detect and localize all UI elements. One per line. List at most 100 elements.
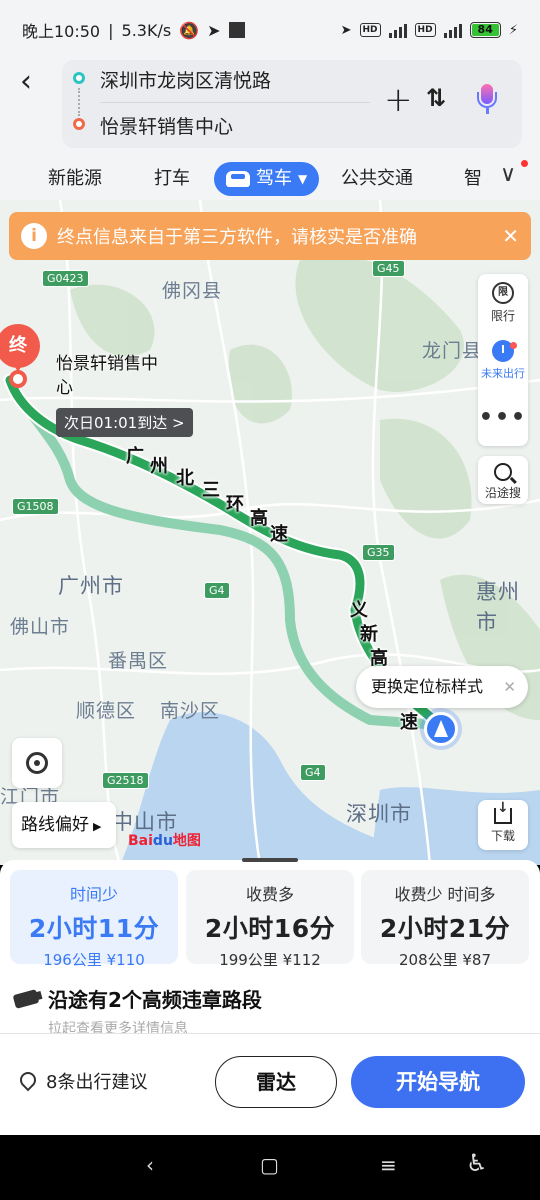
- tab-driving-label: 驾车: [256, 168, 292, 189]
- route-name-char: 三: [202, 480, 220, 501]
- search-along-route-button[interactable]: 沿途搜: [478, 456, 528, 504]
- place-label: 佛冈县: [162, 280, 223, 302]
- accessibility-icon[interactable]: ♿: [466, 1149, 488, 1177]
- download-label: 下载: [490, 829, 515, 843]
- future-trip-label: 未来出行: [481, 367, 525, 380]
- battery-icon: 84: [469, 22, 501, 38]
- route-name-char: 速: [270, 524, 288, 545]
- status-time: 晚上10:50: [22, 22, 101, 41]
- place-label: 南沙区: [160, 700, 221, 722]
- route-connector: [78, 88, 80, 116]
- transport-mode-tabs: 新能源 打车 驾车 ▼ 公共交通 智 ∨: [0, 156, 540, 200]
- close-tip-button[interactable]: ✕: [503, 666, 516, 708]
- action-bar: 8条出行建议 雷达 开始导航: [0, 1033, 540, 1135]
- start-navigation-button[interactable]: 开始导航: [351, 1056, 525, 1108]
- locate-me-button[interactable]: [12, 738, 62, 788]
- car-icon: [226, 171, 250, 187]
- add-waypoint-button[interactable]: +: [384, 82, 413, 118]
- route-name-char: 速: [400, 712, 418, 733]
- route-input-box: 深圳市龙岗区清悦路 怡景轩销售中心 + ⇅: [62, 60, 522, 148]
- gps-icon: ➤: [340, 22, 352, 38]
- app-square-icon: [228, 22, 245, 38]
- warning-banner: i 终点信息来自于第三方软件，请核实是否准确 ✕: [9, 212, 531, 260]
- route-name-char: 高: [250, 508, 268, 529]
- route-name-char: 新: [360, 624, 378, 645]
- locate-icon: [26, 752, 48, 774]
- tab-public-transit[interactable]: 公共交通: [341, 162, 413, 196]
- map-tools-panel: 限 限行 未来出行 •••: [478, 274, 528, 446]
- tab-driving[interactable]: 驾车 ▼: [214, 162, 320, 196]
- eta-badge[interactable]: 次日01:01到达 >: [56, 408, 193, 437]
- place-label: 番禺区: [108, 650, 169, 672]
- route-name-char: 环: [226, 494, 244, 515]
- home-nav-icon[interactable]: ▢: [260, 1153, 279, 1177]
- route-options-sheet: 时间少 2小时11分 196公里 ¥110 收费多 2小时16分 199公里 ¥…: [0, 860, 540, 1037]
- place-label: 惠州市: [476, 580, 520, 634]
- route-option-label: 收费多: [245, 885, 294, 904]
- chevron-down-icon[interactable]: ∨: [500, 162, 516, 187]
- location-style-tip[interactable]: 更换定位标样式 ✕: [356, 666, 528, 708]
- location-style-tip-text: 更换定位标样式: [371, 677, 484, 696]
- notification-dot: [521, 160, 528, 167]
- road-tag: G4: [204, 582, 230, 599]
- violation-notice[interactable]: 沿途有2个高频违章路段: [12, 984, 262, 1013]
- hd-icon-2: HD: [414, 23, 436, 37]
- trip-suggestions-link[interactable]: 8条出行建议: [46, 1068, 147, 1094]
- info-icon: i: [21, 223, 47, 249]
- road-tag: G35: [362, 544, 395, 561]
- violation-title: 沿途有2个高频违章路段: [48, 988, 262, 1012]
- tab-new-energy[interactable]: 新能源: [48, 162, 102, 196]
- sheet-drag-handle[interactable]: [242, 858, 298, 862]
- mute-icon: 🔕: [179, 20, 200, 40]
- download-button[interactable]: 下载: [478, 800, 528, 850]
- back-nav-icon[interactable]: ‹: [146, 1153, 154, 1177]
- back-button[interactable]: ‹: [20, 64, 50, 100]
- charging-icon: ⚡: [508, 22, 518, 38]
- recents-nav-icon[interactable]: ≡: [380, 1153, 397, 1177]
- route-name-char: 北: [176, 468, 194, 489]
- search-icon: [494, 463, 512, 481]
- route-option-label: 时间少: [69, 885, 118, 904]
- camera-icon: [12, 988, 40, 1009]
- divider: [100, 102, 370, 103]
- current-location-arrow-icon: [424, 712, 458, 746]
- traffic-limit-button[interactable]: 限 限行: [478, 282, 528, 324]
- route-option-time: 2小时11分: [28, 914, 160, 943]
- signal-5g-icon: [388, 22, 407, 38]
- route-option-detail: 196公里 ¥110: [43, 951, 145, 969]
- route-option-more-toll[interactable]: 收费多 2小时16分 199公里 ¥112: [186, 870, 354, 969]
- route-name-char: 义: [350, 600, 368, 621]
- limit-icon: 限: [492, 282, 514, 304]
- route-name-char: 州: [150, 456, 168, 477]
- notification-dot: [510, 342, 517, 349]
- destination-name: 怡景轩销售中心: [56, 354, 158, 398]
- place-label: 广州市: [58, 574, 124, 598]
- start-dot-icon: [73, 72, 85, 84]
- tab-smart[interactable]: 智: [464, 162, 482, 196]
- voice-input-button[interactable]: [477, 84, 497, 116]
- road-tag: G4: [300, 764, 326, 781]
- place-label: 龙门县: [422, 340, 483, 362]
- signal-4g-icon: [443, 22, 462, 38]
- swap-route-button[interactable]: ⇅: [426, 84, 446, 112]
- start-location-field[interactable]: 深圳市龙岗区清悦路: [100, 66, 271, 93]
- end-dot-icon: [73, 118, 85, 130]
- triangle-right-icon: ▶: [93, 820, 102, 833]
- route-option-detail: 199公里 ¥112: [219, 951, 321, 969]
- close-warning-button[interactable]: ✕: [502, 224, 519, 248]
- route-preference-button[interactable]: 路线偏好 ▶: [12, 802, 116, 848]
- radar-button[interactable]: 雷达: [215, 1056, 337, 1108]
- more-options-button[interactable]: •••: [478, 396, 528, 440]
- road-tag: G1508: [12, 498, 59, 515]
- route-preference-label: 路线偏好: [21, 815, 89, 835]
- route-option-less-toll[interactable]: 收费少 时间多 2小时21分 208公里 ¥87: [361, 870, 529, 969]
- end-location-field[interactable]: 怡景轩销售中心: [100, 112, 233, 139]
- hd-icon: HD: [359, 23, 381, 37]
- tab-taxi[interactable]: 打车: [154, 162, 190, 196]
- route-option-fastest[interactable]: 时间少 2小时11分 196公里 ¥110: [10, 870, 178, 969]
- route-option-label: 收费少 时间多: [394, 885, 496, 904]
- traffic-limit-label: 限行: [490, 309, 515, 323]
- place-label: 佛山市: [10, 616, 71, 638]
- future-trip-button[interactable]: 未来出行: [478, 340, 528, 381]
- map-view[interactable]: i 终点信息来自于第三方软件，请核实是否准确 ✕ 佛冈县 龙门县 广州市 佛山市…: [0, 200, 540, 865]
